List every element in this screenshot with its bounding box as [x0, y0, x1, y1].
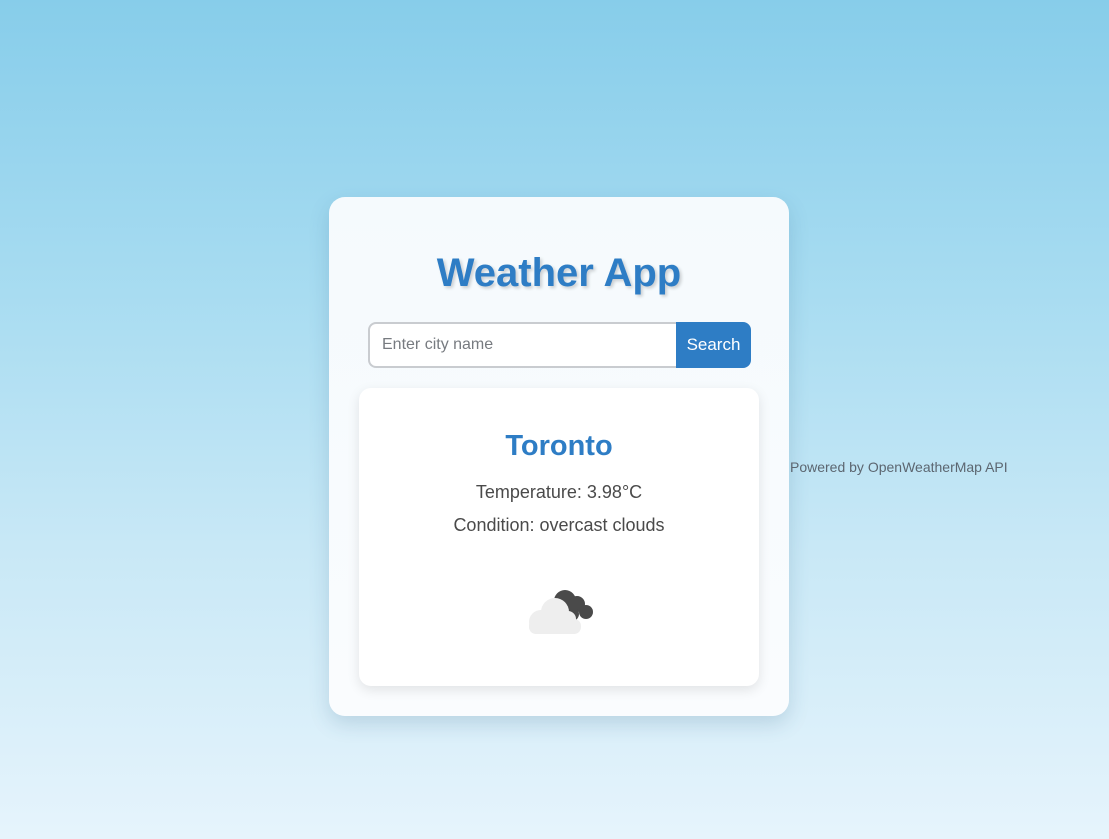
search-button[interactable]: Search [676, 322, 751, 368]
condition-text: Condition: overcast clouds [453, 515, 665, 535]
api-credit: Powered by OpenWeatherMap API [790, 459, 1008, 475]
city-name: Toronto [505, 430, 613, 462]
weather-app-container: Weather App Search Toronto Temperature: … [329, 197, 789, 716]
app-title: Weather App [436, 251, 682, 295]
temperature-text: Temperature: 3.98°C [475, 482, 643, 502]
city-search-input[interactable] [368, 322, 676, 368]
overcast-clouds-icon [529, 590, 593, 634]
search-form: Search [368, 322, 751, 368]
weather-result-card: Toronto Temperature: 3.98°C Condition: o… [359, 388, 759, 686]
